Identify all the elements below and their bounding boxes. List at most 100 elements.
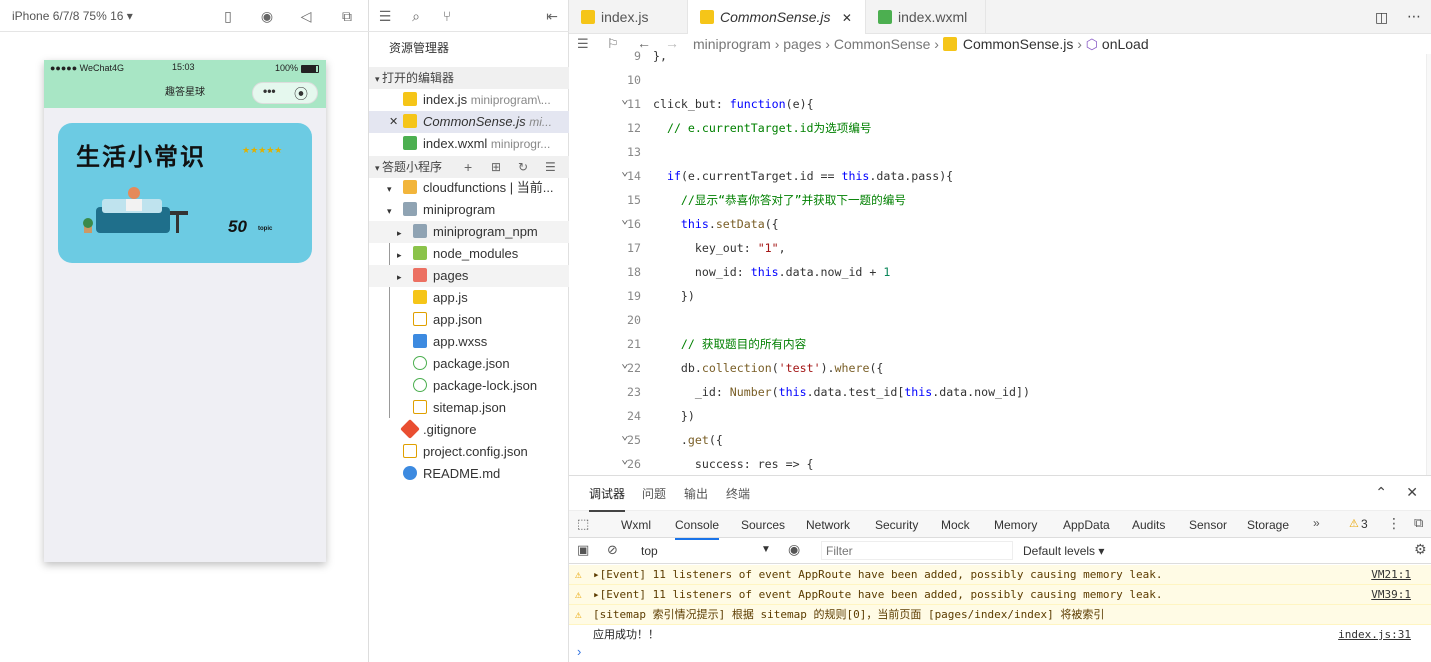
tree-item[interactable]: package.json bbox=[369, 353, 569, 375]
tree-item[interactable]: project.config.json bbox=[369, 441, 569, 463]
code-line[interactable]: 26 ⌄ success: res => { bbox=[569, 452, 1431, 475]
devtools-tab[interactable]: Wxml bbox=[621, 518, 651, 532]
console-source-link[interactable]: index.js:31 bbox=[1338, 625, 1411, 645]
tree-item[interactable]: ▸ miniprogram_npm bbox=[369, 221, 569, 243]
split-editor-icon[interactable]: ◫ bbox=[1375, 9, 1388, 26]
close-icon[interactable]: ✕ bbox=[389, 111, 398, 133]
debug-tab[interactable]: 输出 bbox=[684, 485, 708, 502]
settings-gear-icon[interactable]: ⚙ bbox=[1414, 541, 1427, 558]
tree-item[interactable]: ▸ pages bbox=[369, 265, 569, 287]
devtools-tab[interactable]: AppData bbox=[1063, 518, 1110, 532]
code-line[interactable]: 11 ⌄ click_but: function(e){ bbox=[569, 92, 1431, 116]
menu-icon[interactable]: ☰ bbox=[377, 8, 393, 24]
fold-chevron-icon[interactable]: ⌄ bbox=[621, 424, 629, 448]
fold-chevron-icon[interactable]: ⌄ bbox=[621, 88, 629, 112]
volume-icon[interactable]: ◁ bbox=[298, 8, 314, 24]
console-message[interactable]: ⚠ ▸[Event] 11 listeners of event AppRoute… bbox=[569, 585, 1431, 605]
devtools-tab[interactable]: Mock bbox=[941, 518, 970, 532]
project-header[interactable]: ▾ 答题小程序 + ⊞ ↻ ☰ bbox=[369, 156, 569, 178]
debug-tab[interactable]: 问题 bbox=[642, 485, 666, 502]
code-line[interactable]: 10 bbox=[569, 68, 1431, 92]
open-editors-header[interactable]: ▾ 打开的编辑器 bbox=[369, 67, 569, 89]
tree-item[interactable]: app.wxss bbox=[369, 331, 569, 353]
code-line[interactable]: 25 ⌄ .get({ bbox=[569, 428, 1431, 452]
code-area[interactable]: 9}, 10 11 ⌄ click_but: function(e){12 // e.c… bbox=[569, 46, 1431, 475]
tree-item[interactable]: sitemap.json bbox=[369, 397, 569, 419]
sidebar-toggle-icon[interactable]: ▣ bbox=[577, 542, 589, 558]
git-branch-icon[interactable]: ⑂ bbox=[439, 8, 455, 24]
code-line[interactable]: 22 ⌄ db.collection('test').where({ bbox=[569, 356, 1431, 380]
window-icon[interactable]: ⧉ bbox=[339, 8, 355, 24]
devtools-tab[interactable]: Security bbox=[875, 518, 918, 532]
console-source-link[interactable]: VM21:1 bbox=[1371, 565, 1411, 584]
editor-tab[interactable]: CommonSense.js ✕ bbox=[688, 0, 866, 34]
context-selector[interactable]: top bbox=[641, 544, 658, 558]
code-line[interactable]: 16 ⌄ this.setData({ bbox=[569, 212, 1431, 236]
more-icon[interactable]: ••• bbox=[263, 84, 276, 98]
filter-input[interactable] bbox=[821, 541, 1013, 560]
fold-chevron-icon[interactable]: ⌄ bbox=[621, 448, 629, 472]
open-editor-item[interactable]: index.wxml miniprogr... bbox=[369, 133, 569, 155]
undock-icon[interactable]: ⧉ bbox=[1414, 515, 1423, 531]
clear-console-icon[interactable]: ⊘ bbox=[607, 542, 618, 558]
scrollbar[interactable] bbox=[1426, 54, 1431, 475]
editor-tab[interactable]: index.wxml bbox=[866, 0, 986, 34]
phone-icon[interactable]: ▯ bbox=[220, 8, 236, 24]
code-line[interactable]: 12 // e.currentTarget.id为选项编号 bbox=[569, 116, 1431, 140]
tree-item[interactable]: package-lock.json bbox=[369, 375, 569, 397]
collapse-panel-icon[interactable]: ⇤ bbox=[544, 8, 560, 24]
close-capsule-icon[interactable]: ⦿ bbox=[294, 84, 308, 104]
tree-item[interactable]: ▾ miniprogram bbox=[369, 199, 569, 221]
overflow-chevron-icon[interactable]: » bbox=[1313, 516, 1320, 530]
warning-count[interactable]: 3 bbox=[1361, 517, 1368, 531]
devtools-tab[interactable]: Storage bbox=[1247, 518, 1289, 532]
console-source-link[interactable]: VM39:1 bbox=[1371, 585, 1411, 604]
debug-tab[interactable]: 终端 bbox=[726, 485, 750, 502]
devtools-tab[interactable]: Sensor bbox=[1189, 518, 1227, 532]
record-icon[interactable]: ◉ bbox=[259, 8, 275, 24]
devtools-tab[interactable]: Console bbox=[675, 518, 720, 540]
more-actions-icon[interactable]: ⋯ bbox=[1407, 8, 1421, 25]
code-line[interactable]: 14 ⌄ if(e.currentTarget.id == this.data.p… bbox=[569, 164, 1431, 188]
tree-item[interactable]: app.js bbox=[369, 287, 569, 309]
log-levels-dropdown[interactable]: Default levels ▾ bbox=[1023, 544, 1104, 558]
open-editor-item[interactable]: ✕ CommonSense.js mi... bbox=[369, 111, 569, 133]
eye-icon[interactable]: ◉ bbox=[788, 541, 800, 558]
kebab-menu-icon[interactable]: ⋮ bbox=[1387, 515, 1401, 532]
devtools-tab[interactable]: Audits bbox=[1132, 518, 1165, 532]
inspect-icon[interactable]: ⬚ bbox=[577, 516, 589, 532]
device-selector[interactable]: iPhone 6/7/8 75% 16 ▾ bbox=[12, 9, 133, 23]
code-line[interactable]: 19 }) bbox=[569, 284, 1431, 308]
devtools-tab[interactable]: Memory bbox=[994, 518, 1037, 532]
code-line[interactable]: 20 bbox=[569, 308, 1431, 332]
tree-item[interactable]: README.md bbox=[369, 463, 569, 485]
collapse-all-icon[interactable]: ☰ bbox=[545, 156, 556, 178]
code-line[interactable]: 23 _id: Number(this.data.test_id[this.da… bbox=[569, 380, 1431, 404]
fold-chevron-icon[interactable]: ⌄ bbox=[621, 352, 629, 376]
new-file-icon[interactable]: + bbox=[464, 156, 472, 178]
devtools-tab[interactable]: Network bbox=[806, 518, 850, 532]
devtools-tab[interactable]: Sources bbox=[741, 518, 785, 532]
new-folder-icon[interactable]: ⊞ bbox=[491, 156, 501, 178]
tree-item[interactable]: ▸ node_modules bbox=[369, 243, 569, 265]
maximize-icon[interactable]: ⌃ bbox=[1375, 484, 1387, 501]
code-line[interactable]: 15 //显示“恭喜你答对了”并获取下一题的编号 bbox=[569, 188, 1431, 212]
close-icon[interactable]: ✕ bbox=[1406, 484, 1418, 501]
code-line[interactable]: 9}, bbox=[569, 46, 1431, 68]
context-dropdown-icon[interactable]: ▼ bbox=[761, 544, 771, 555]
fold-chevron-icon[interactable]: ⌄ bbox=[621, 160, 629, 184]
code-line[interactable]: 17 key_out: "1", bbox=[569, 236, 1431, 260]
close-icon[interactable]: ✕ bbox=[839, 11, 852, 25]
code-line[interactable]: 21 // 获取题目的所有内容 bbox=[569, 332, 1431, 356]
console-prompt[interactable]: › bbox=[577, 644, 581, 659]
search-icon[interactable]: ⌕ bbox=[408, 8, 424, 24]
console-message[interactable]: 应用成功！！ index.js:31 bbox=[569, 625, 1431, 645]
console-message[interactable]: ⚠ [sitemap 索引情况提示] 根据 sitemap 的规则[0]，当前页面… bbox=[569, 605, 1431, 625]
tree-item[interactable]: ▾ cloudfunctions | 当前... bbox=[369, 177, 569, 199]
editor-tab[interactable]: index.js bbox=[569, 0, 688, 34]
code-line[interactable]: 18 now_id: this.data.now_id + 1 bbox=[569, 260, 1431, 284]
code-line[interactable]: 13 bbox=[569, 140, 1431, 164]
console-message[interactable]: ⚠ ▸[Event] 11 listeners of event AppRoute… bbox=[569, 565, 1431, 585]
open-editor-item[interactable]: index.js miniprogram\... bbox=[369, 89, 569, 111]
tree-item[interactable]: .gitignore bbox=[369, 419, 569, 441]
